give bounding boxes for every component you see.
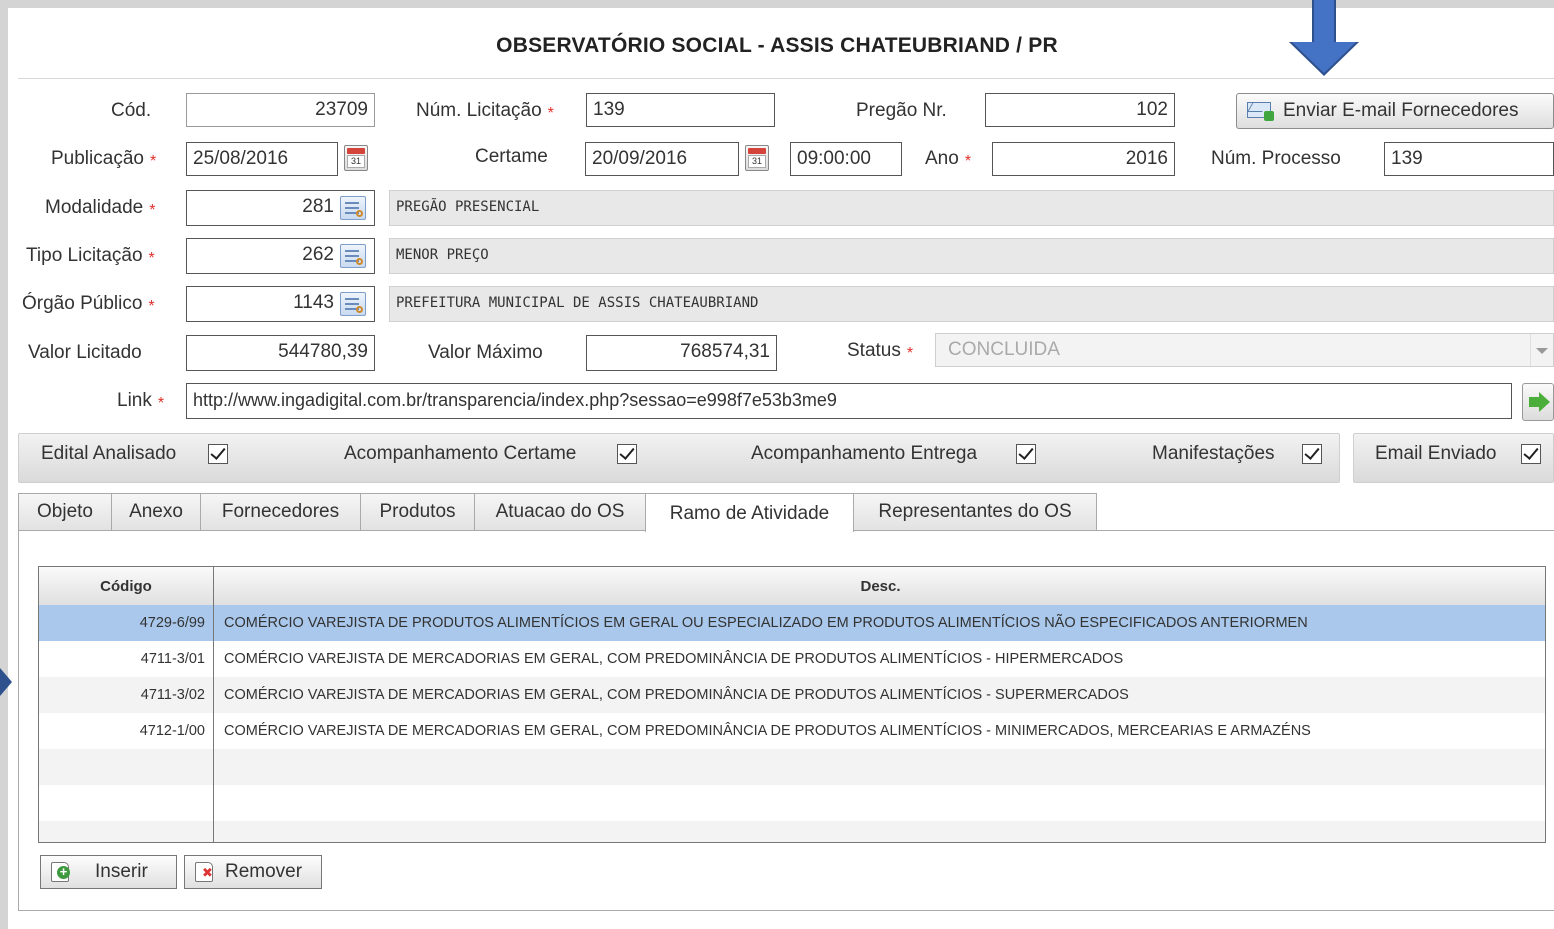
- certame-time-field[interactable]: 09:00:00: [790, 142, 902, 176]
- table-row[interactable]: 4729-6/99 COMÉRCIO VAREJISTA DE PRODUTOS…: [39, 605, 1545, 641]
- cod-field[interactable]: 23709: [186, 93, 375, 127]
- tab-anexo[interactable]: Anexo: [111, 493, 201, 530]
- empty-row: [39, 785, 1545, 821]
- num-licitacao-label: Núm. Licitação *: [416, 100, 554, 122]
- status-label: Status *: [847, 340, 914, 362]
- remover-label: Remover: [225, 861, 303, 882]
- certame-date-field[interactable]: 20/09/2016: [585, 142, 739, 176]
- cell-codigo: 4712-1/00: [139, 723, 205, 739]
- acompanhamento-entrega-label: Acompanhamento Entrega: [751, 443, 978, 464]
- email-enviado-label: Email Enviado: [1375, 443, 1497, 464]
- email-enviado-checkbox[interactable]: [1521, 444, 1541, 464]
- cell-codigo: 4729-6/99: [139, 615, 205, 631]
- add-document-icon: [51, 862, 70, 882]
- title-divider: [18, 78, 1554, 79]
- publicacao-label: Publicação *: [51, 148, 157, 170]
- cell-codigo: 4711-3/01: [140, 651, 205, 667]
- cell-desc: COMÉRCIO VAREJISTA DE MERCADORIAS EM GER…: [224, 651, 1124, 667]
- status-select[interactable]: CONCLUIDA: [935, 333, 1554, 367]
- cell-desc: COMÉRCIO VAREJISTA DE MERCADORIAS EM GER…: [224, 687, 1129, 703]
- empty-row: [39, 821, 1545, 842]
- num-licitacao-field[interactable]: 139: [586, 93, 775, 127]
- acompanhamento-certame-checkbox[interactable]: [617, 444, 637, 464]
- open-link-button[interactable]: [1522, 383, 1554, 421]
- orgao-publico-desc-field: PREFEITURA MUNICIPAL DE ASSIS CHATEAUBRI…: [389, 286, 1554, 322]
- calendar-icon[interactable]: 31: [745, 145, 769, 171]
- remover-button[interactable]: Remover: [184, 855, 322, 889]
- cell-desc: COMÉRCIO VAREJISTA DE PRODUTOS ALIMENTÍC…: [224, 615, 1308, 631]
- chevron-down-icon[interactable]: [1530, 334, 1553, 366]
- tab-objeto[interactable]: Objeto: [18, 493, 112, 530]
- link-label: Link *: [117, 390, 165, 412]
- ramo-atividade-grid: Código Desc. 4729-6/99 COMÉRCIO VAREJIST…: [38, 566, 1546, 843]
- table-row[interactable]: 4712-1/00 COMÉRCIO VAREJISTA DE MERCADOR…: [39, 713, 1545, 749]
- modalidade-desc-field: PREGÃO PRESENCIAL: [389, 190, 1554, 226]
- column-header-codigo[interactable]: Código: [39, 567, 213, 605]
- valor-licitado-label: Valor Licitado: [28, 342, 142, 363]
- tab-fornecedores[interactable]: Fornecedores: [200, 493, 361, 530]
- arrow-right-icon: [1529, 392, 1551, 412]
- send-mail-icon: [1247, 102, 1274, 121]
- acompanhamento-entrega-checkbox[interactable]: [1016, 444, 1036, 464]
- tab-produtos[interactable]: Produtos: [360, 493, 475, 530]
- num-processo-label: Núm. Processo: [1211, 148, 1341, 169]
- cell-desc: COMÉRCIO VAREJISTA DE MERCADORIAS EM GER…: [224, 723, 1311, 739]
- edital-analisado-label: Edital Analisado: [41, 443, 177, 464]
- manifestacoes-label: Manifestações: [1152, 443, 1275, 464]
- status-value: CONCLUIDA: [948, 339, 1060, 360]
- calendar-icon[interactable]: 31: [344, 145, 368, 171]
- cod-label: Cód.: [111, 100, 152, 121]
- valor-maximo-label: Valor Máximo: [428, 342, 543, 363]
- required-marker: *: [547, 105, 554, 122]
- annotation-arrow-down-icon: [1289, 0, 1359, 78]
- table-row[interactable]: 4711-3/02 COMÉRCIO VAREJISTA DE MERCADOR…: [39, 677, 1545, 713]
- enviar-email-fornecedores-button[interactable]: Enviar E-mail Fornecedores: [1236, 93, 1554, 129]
- tipo-licitacao-desc-field: MENOR PREÇO: [389, 238, 1554, 274]
- column-separator: [213, 567, 214, 842]
- annotation-arrow-right-icon: [0, 668, 12, 696]
- certame-label: Certame: [475, 146, 548, 167]
- modalidade-label: Modalidade *: [45, 197, 156, 219]
- valor-maximo-field[interactable]: 768574,31: [586, 335, 777, 371]
- valor-licitado-field[interactable]: 544780,39: [186, 335, 375, 371]
- ano-label: Ano *: [925, 148, 972, 170]
- edital-analisado-checkbox[interactable]: [208, 444, 228, 464]
- orgao-publico-label: Órgão Público *: [22, 293, 155, 315]
- inserir-label: Inserir: [95, 861, 148, 882]
- num-processo-field[interactable]: 139: [1384, 142, 1554, 176]
- cell-codigo: 4711-3/02: [140, 687, 205, 703]
- ano-field[interactable]: 2016: [992, 142, 1175, 176]
- publicacao-field[interactable]: 25/08/2016: [186, 142, 338, 176]
- pregao-nr-label: Pregão Nr.: [856, 100, 947, 121]
- lookup-icon[interactable]: [340, 244, 366, 268]
- tab-atuacao-do-os[interactable]: Atuacao do OS: [474, 493, 646, 530]
- pregao-nr-field[interactable]: 102: [985, 93, 1175, 127]
- lookup-icon[interactable]: [340, 292, 366, 316]
- enviar-email-label: Enviar E-mail Fornecedores: [1283, 100, 1519, 121]
- link-field[interactable]: http://www.ingadigital.com.br/transparen…: [186, 383, 1512, 419]
- tipo-licitacao-label: Tipo Licitação *: [26, 245, 155, 267]
- inserir-button[interactable]: Inserir: [40, 855, 177, 889]
- tab-representantes-do-os[interactable]: Representantes do OS: [853, 493, 1097, 530]
- tab-ramo-de-atividade[interactable]: Ramo de Atividade: [645, 493, 854, 532]
- grid-header: Código Desc.: [39, 567, 1545, 606]
- table-row[interactable]: 4711-3/01 COMÉRCIO VAREJISTA DE MERCADOR…: [39, 641, 1545, 677]
- lookup-icon[interactable]: [340, 196, 366, 220]
- manifestacoes-checkbox[interactable]: [1302, 444, 1322, 464]
- empty-row: [39, 749, 1545, 785]
- column-header-desc[interactable]: Desc.: [214, 567, 1545, 605]
- remove-document-icon: [195, 862, 213, 882]
- acompanhamento-certame-label: Acompanhamento Certame: [344, 443, 577, 464]
